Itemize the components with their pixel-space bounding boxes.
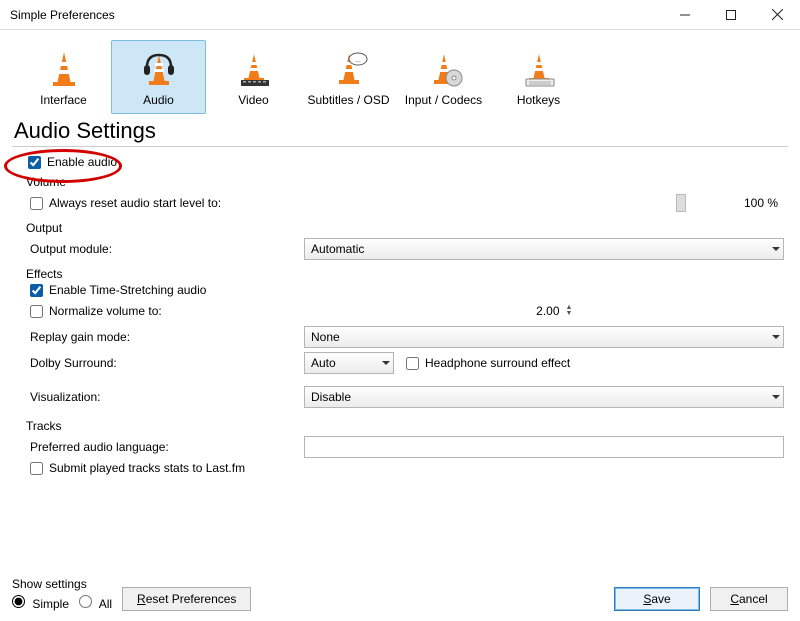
tab-hotkeys[interactable]: Hotkeys [491, 40, 586, 114]
time-stretching-input[interactable] [30, 284, 43, 297]
cone-bubble-icon: ... [329, 49, 369, 89]
dolby-surround-label: Dolby Surround: [16, 356, 304, 370]
normalize-volume-checkbox[interactable]: Normalize volume to: [16, 304, 304, 318]
page-title: Audio Settings [14, 118, 788, 144]
reset-audio-level-input[interactable] [30, 197, 43, 210]
show-all-radio[interactable]: All [79, 595, 112, 611]
cone-headphones-icon [139, 49, 179, 89]
svg-text:...: ... [355, 57, 361, 64]
tab-subtitles[interactable]: ... Subtitles / OSD [301, 40, 396, 114]
headphone-surround-checkbox[interactable]: Headphone surround effect [406, 356, 570, 370]
enable-audio-input[interactable] [28, 156, 41, 169]
group-tracks: Tracks [26, 419, 784, 433]
reset-audio-level-checkbox[interactable]: Always reset audio start level to: [16, 196, 221, 210]
reset-preferences-button[interactable]: Reset Preferences [122, 587, 251, 611]
visualization-label: Visualization: [16, 390, 304, 404]
cone-film-icon [234, 49, 274, 89]
normalize-volume-input[interactable] [30, 305, 43, 318]
output-module-label: Output module: [16, 242, 304, 256]
window-title: Simple Preferences [10, 8, 662, 22]
titlebar: Simple Preferences [0, 0, 800, 30]
preferred-language-input[interactable] [304, 436, 784, 458]
slider-thumb[interactable] [676, 194, 686, 212]
group-effects: Effects [26, 267, 784, 281]
visualization-select[interactable]: Disable [304, 386, 784, 408]
maximize-button[interactable] [708, 0, 754, 30]
headphone-surround-input[interactable] [406, 357, 419, 370]
show-simple-radio[interactable]: Simple [12, 595, 69, 611]
enable-audio-checkbox[interactable]: Enable audio [16, 155, 784, 169]
audio-level-percent: 100 % [744, 196, 778, 210]
lastfm-checkbox[interactable]: Submit played tracks stats to Last.fm [16, 461, 784, 475]
lastfm-input[interactable] [30, 462, 43, 475]
cone-disc-icon [424, 49, 464, 89]
group-volume: Volume [26, 175, 784, 189]
replay-gain-select[interactable]: None [304, 326, 784, 348]
tab-audio[interactable]: Audio [111, 40, 206, 114]
spinner-down-icon[interactable]: ▼ [566, 311, 573, 317]
tab-video[interactable]: Video [206, 40, 301, 114]
group-output: Output [26, 221, 784, 235]
time-stretching-checkbox[interactable]: Enable Time-Stretching audio [16, 283, 784, 297]
preferred-language-label: Preferred audio language: [16, 440, 304, 454]
tab-interface[interactable]: Interface [16, 40, 111, 114]
audio-level-slider[interactable] [221, 198, 736, 208]
close-button[interactable] [754, 0, 800, 30]
minimize-button[interactable] [662, 0, 708, 30]
cancel-button[interactable]: Cancel [710, 587, 788, 611]
show-settings-label: Show settings [12, 577, 112, 591]
dolby-surround-select[interactable]: Auto [304, 352, 394, 374]
tab-input-codecs[interactable]: Input / Codecs [396, 40, 491, 114]
replay-gain-label: Replay gain mode: [16, 330, 304, 344]
save-button[interactable]: Save [614, 587, 700, 611]
category-tabs: Interface Audio [12, 36, 788, 114]
divider [12, 146, 788, 147]
output-module-select[interactable]: Automatic [304, 238, 784, 260]
cone-keyboard-icon [519, 49, 559, 89]
cone-icon [44, 49, 84, 89]
normalize-value-spinner[interactable]: 2.00 ▲▼ [512, 300, 577, 322]
